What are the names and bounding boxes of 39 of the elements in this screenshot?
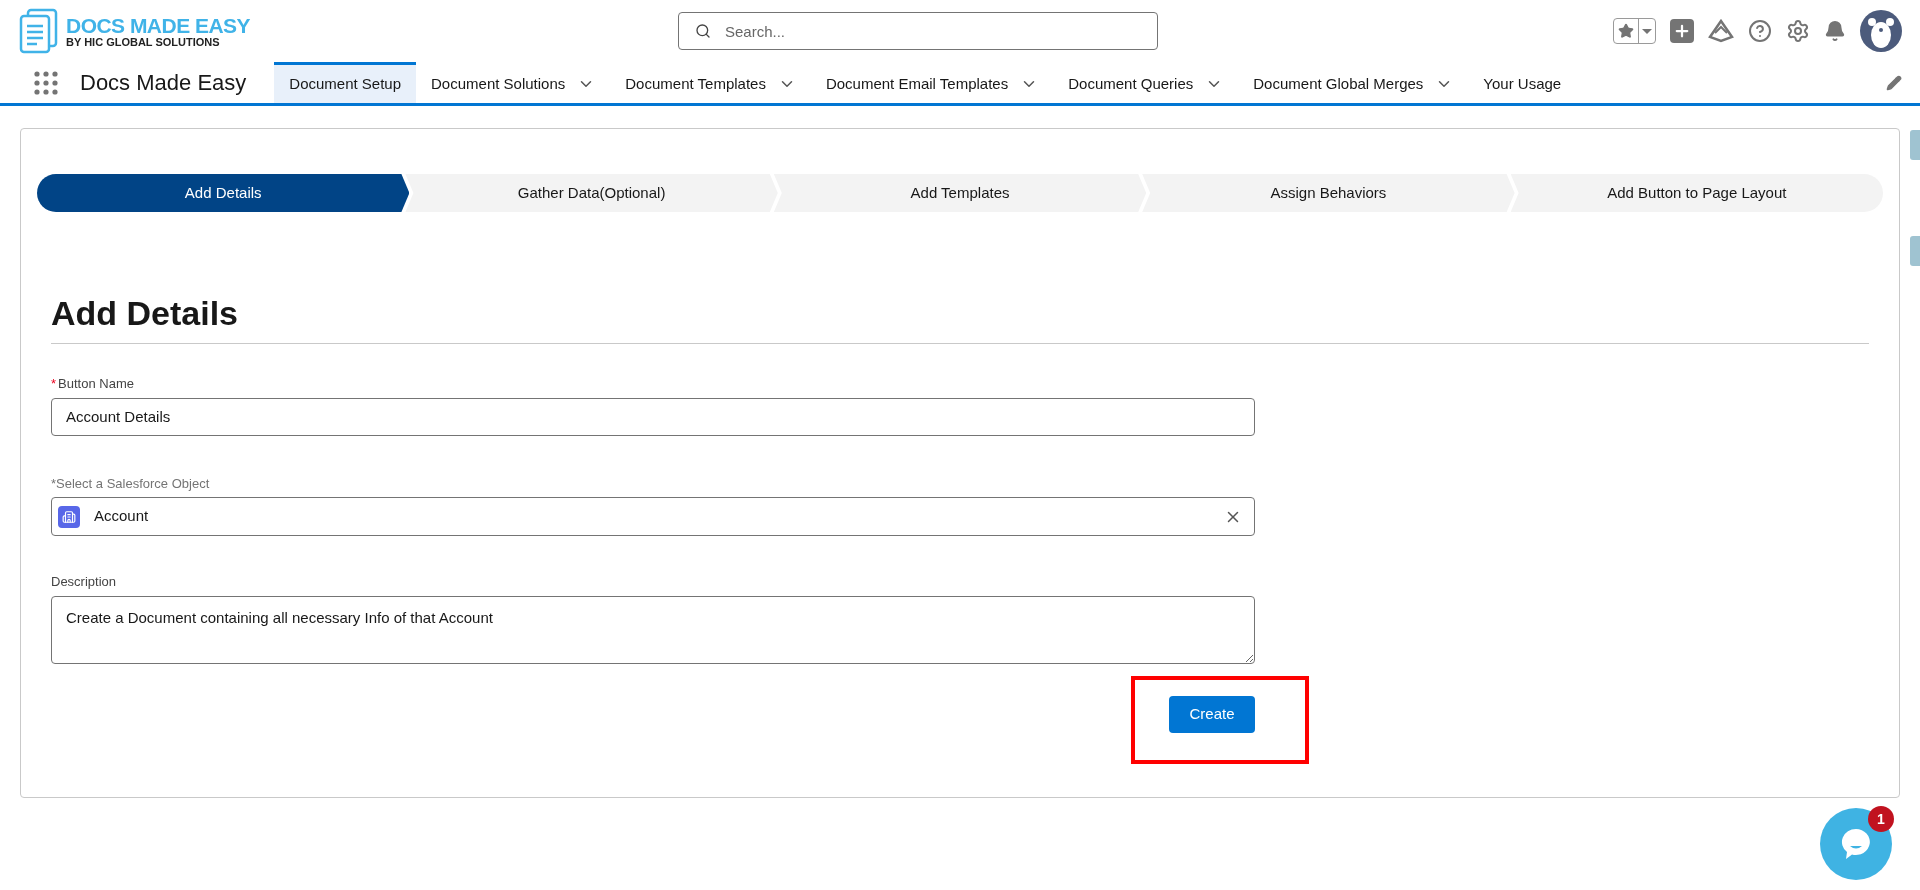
plus-icon [1673,22,1691,40]
nav-tab[interactable]: Document Global Merges [1238,62,1469,103]
progress-step[interactable]: Add Templates [773,174,1147,212]
nav-tab[interactable]: Document Queries [1053,62,1239,103]
brand-title: DOCS MADE EASY [66,14,250,36]
app-name: Docs Made Easy [80,69,247,97]
add-button[interactable] [1670,19,1694,43]
input-field[interactable]: Account Details [51,397,1255,436]
favorites-button[interactable] [1613,18,1656,44]
field-label: *Select a Salesforce Object [51,474,211,493]
nav-tab[interactable]: Document Solutions [416,62,611,103]
progress-step[interactable]: Gather Data(Optional) [405,174,778,212]
app-launcher-icon[interactable] [34,70,58,95]
settings-icon[interactable] [1786,19,1810,43]
nav-tab[interactable]: Document Email Templates [810,62,1054,103]
notification-badge: 1 [1868,806,1894,832]
nav-tab[interactable]: Document Templates [610,62,811,103]
nav-tab[interactable]: Your Usage [1468,62,1577,103]
lookup-field[interactable]: Account [51,497,1255,536]
search-field[interactable]: Search... [678,12,1158,50]
create-button[interactable]: Create [1169,695,1255,733]
page-heading: Add Details [51,288,1869,344]
field-label: *Button Name [51,375,135,393]
help-icon[interactable] [1748,19,1772,43]
nav-tab[interactable]: Document Setup [274,62,417,103]
chat-button[interactable]: 1 [1820,808,1892,880]
field-label: Description [51,573,118,591]
chat-bubble-icon [1840,827,1872,861]
avatar-icon[interactable] [1860,10,1902,52]
progress-step[interactable]: Add Button to Page Layout [1510,174,1884,212]
brand-subtitle: BY HIC GLOBAL SOLUTIONS [66,36,221,48]
star-icon [1618,23,1634,39]
account-icon [58,505,80,528]
description-field[interactable]: Create a Document containing all necessary Info of that Account [51,595,1255,664]
notifications-icon[interactable] [1824,20,1846,42]
progress-step[interactable]: Assign Behaviors [1142,174,1515,212]
edit-icon[interactable] [1886,74,1902,91]
progress-step[interactable]: Add Details [37,174,410,212]
search-icon [695,23,711,39]
